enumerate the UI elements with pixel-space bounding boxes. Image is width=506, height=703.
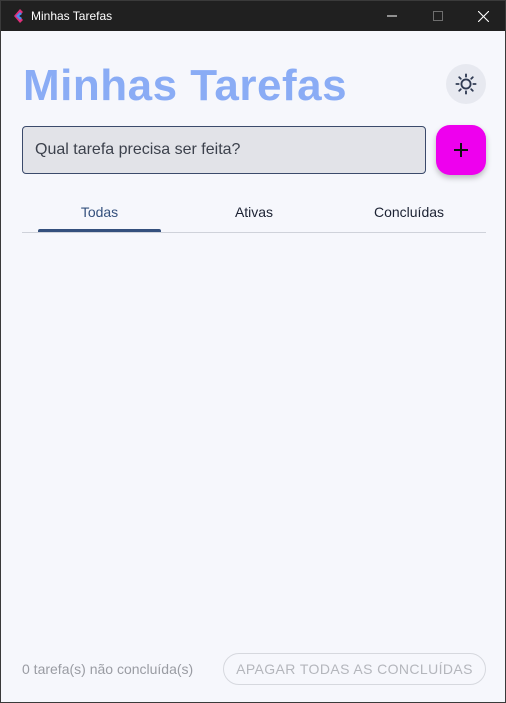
minimize-icon (387, 15, 397, 17)
plus-icon (454, 143, 468, 157)
close-icon (477, 10, 489, 22)
new-task-input[interactable] (22, 126, 426, 174)
app-logo-icon (14, 9, 23, 23)
pending-count: 0 tarefa(s) não concluída(s) (22, 661, 194, 677)
maximize-icon (433, 11, 443, 21)
clear-completed-button[interactable]: APAGAR TODAS AS CONCLUÍDAS (223, 653, 486, 685)
tab-selected-indicator (38, 229, 161, 232)
add-task-button[interactable] (436, 125, 486, 175)
tab-todas[interactable]: Todas (38, 191, 161, 232)
page-title: Minhas Tarefas (23, 61, 348, 110)
title-bar[interactable]: Minhas Tarefas (1, 1, 505, 31)
maximize-button[interactable] (415, 1, 461, 31)
sun-icon (455, 73, 477, 95)
close-button[interactable] (460, 1, 506, 31)
task-list (22, 241, 486, 641)
tab-concluidas[interactable]: Concluídas (347, 191, 471, 232)
filter-tabs: Todas Ativas Concluídas (22, 191, 486, 233)
window-title: Minhas Tarefas (31, 9, 113, 23)
theme-toggle-button[interactable] (446, 64, 486, 104)
app-window: Minhas Tarefas Minhas Tarefas Qual taref… (0, 0, 506, 703)
minimize-button[interactable] (369, 1, 415, 31)
tab-ativas[interactable]: Ativas (192, 191, 316, 232)
